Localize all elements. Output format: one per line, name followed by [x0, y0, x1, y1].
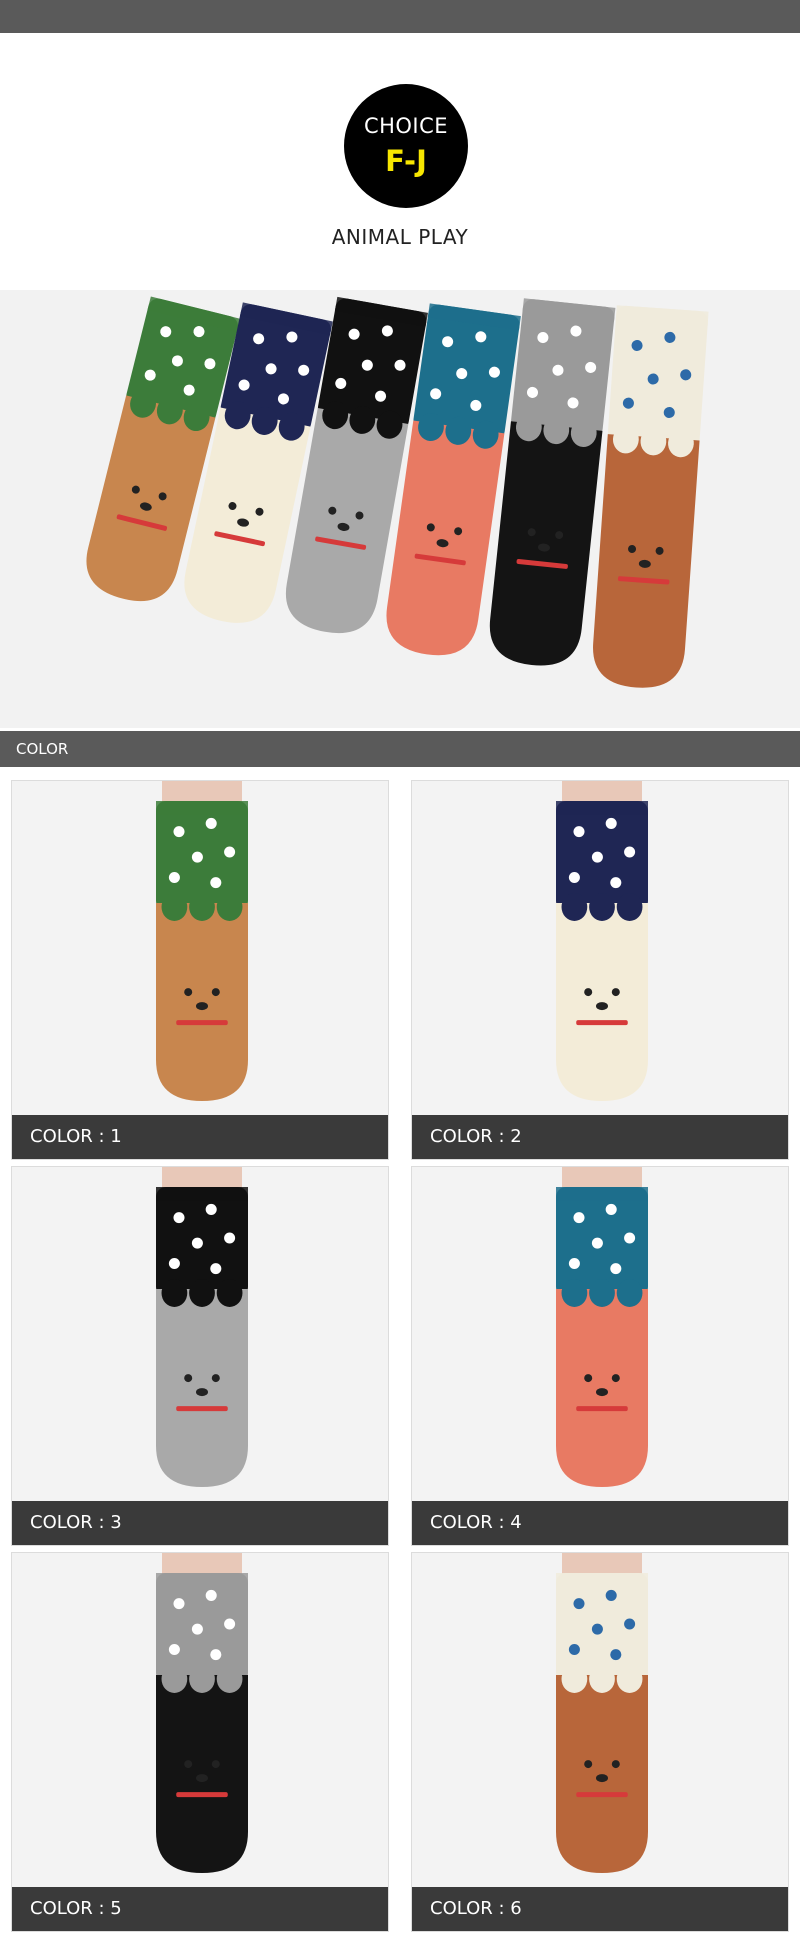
- color-option-2[interactable]: COLOR : 2: [411, 780, 789, 1160]
- color-label: COLOR : 4: [412, 1501, 788, 1545]
- sock-photo: [412, 1167, 788, 1501]
- top-banner-bar: [0, 0, 800, 33]
- color-label: COLOR : 6: [412, 1887, 788, 1931]
- color-option-5[interactable]: COLOR : 5: [11, 1552, 389, 1932]
- color-label: COLOR : 1: [12, 1115, 388, 1159]
- color-option-1[interactable]: COLOR : 1: [11, 780, 389, 1160]
- product-subtitle: ANIMAL PLAY: [331, 225, 469, 249]
- color-label: COLOR : 2: [412, 1115, 788, 1159]
- sock-photo: [412, 781, 788, 1115]
- badge-choice-text: CHOICE: [363, 114, 449, 138]
- sock-photo: [12, 781, 388, 1115]
- sock-photo: [12, 1553, 388, 1887]
- choice-badge: CHOICE F-J: [344, 84, 468, 208]
- color-section-bar: COLOR: [0, 731, 800, 767]
- color-option-4[interactable]: COLOR : 4: [411, 1166, 789, 1546]
- sock-photo: [12, 1167, 388, 1501]
- color-label: COLOR : 5: [12, 1887, 388, 1931]
- color-option-3[interactable]: COLOR : 3: [11, 1166, 389, 1546]
- socks-lineup-illustration: [0, 290, 800, 728]
- color-label: COLOR : 3: [12, 1501, 388, 1545]
- color-section-title: COLOR: [16, 740, 69, 758]
- product-header: CHOICE F-J ANIMAL PLAY: [0, 33, 800, 290]
- sock-photo: [412, 1553, 788, 1887]
- color-option-6[interactable]: COLOR : 6: [411, 1552, 789, 1932]
- hero-product-photo: [0, 290, 800, 728]
- badge-code-text: F-J: [385, 144, 427, 178]
